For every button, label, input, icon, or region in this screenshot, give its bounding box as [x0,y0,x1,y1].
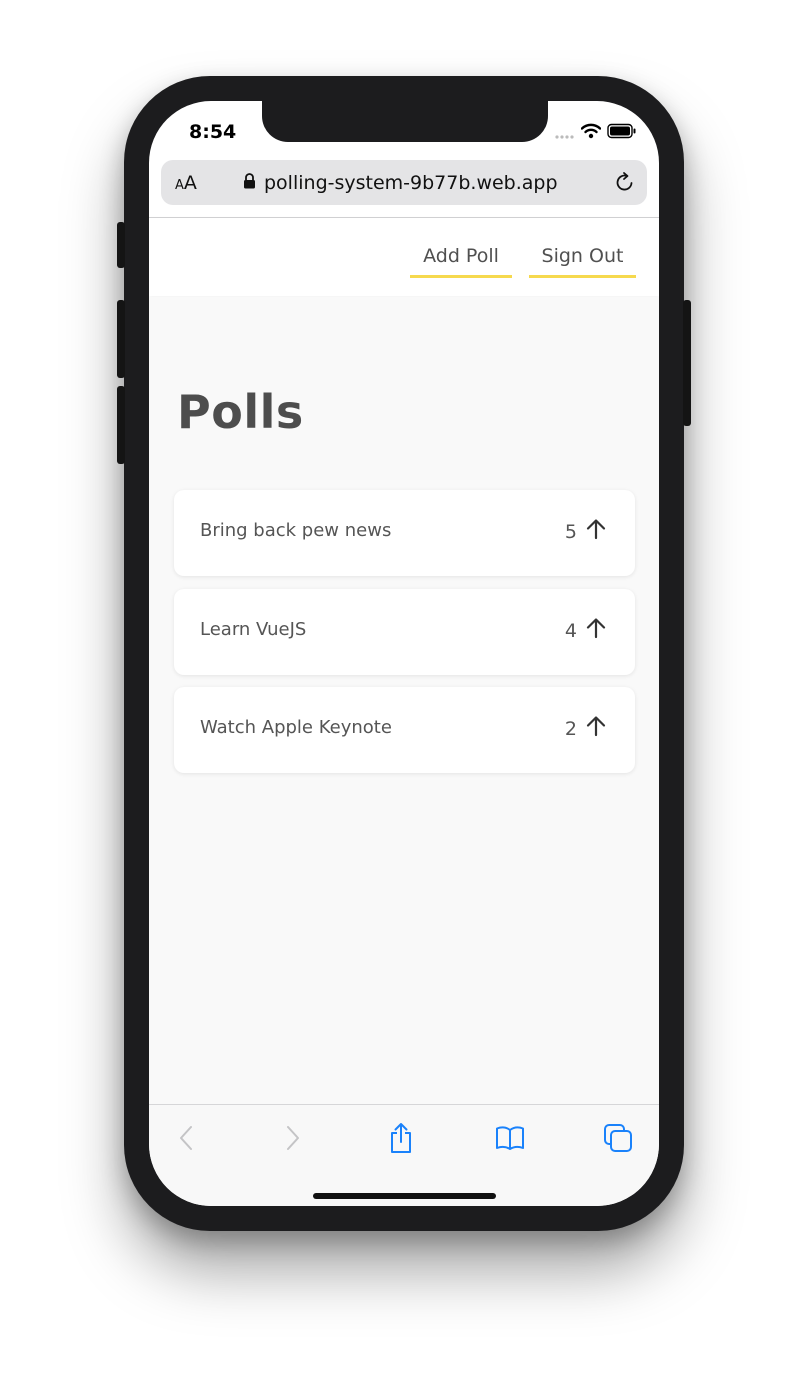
wifi-icon [580,123,602,143]
app-navbar: Add Poll Sign Out [149,218,659,296]
poll-item[interactable]: Bring back pew news 5 [174,490,635,576]
text-size-small: A [175,178,184,193]
vote-count: 5 [564,520,577,543]
poll-votes[interactable]: 2 [565,715,607,742]
tabs-icon[interactable] [603,1123,633,1153]
reload-icon[interactable] [613,170,637,198]
text-size-large: A [183,172,197,194]
arrow-up-icon[interactable] [585,518,607,545]
notch [262,101,548,142]
status-indicators [555,123,637,143]
poll-question: Learn VueJS [200,619,307,640]
arrow-up-icon[interactable] [585,617,607,644]
power-button [683,300,691,426]
main-content: Polls Bring back pew news 5 Learn VueJS … [149,297,659,1104]
poll-question: Bring back pew news [200,520,392,541]
vote-count: 2 [564,717,577,740]
address-bar[interactable]: AA polling-system-9b77b.web.app [161,160,647,205]
poll-item[interactable]: Watch Apple Keynote 2 [174,687,635,773]
poll-votes[interactable]: 5 [565,518,607,545]
silent-switch [117,222,125,268]
url-display[interactable]: polling-system-9b77b.web.app [243,172,558,194]
status-time: 8:54 [189,121,237,143]
poll-item[interactable]: Learn VueJS 4 [174,589,635,675]
screen: 8:54 AA polling-system-9b77b.web.app Add… [149,101,659,1206]
forward-icon[interactable] [278,1123,308,1153]
arrow-up-icon[interactable] [585,715,607,742]
add-poll-link[interactable]: Add Poll [410,245,512,278]
url-text: polling-system-9b77b.web.app [264,172,558,194]
text-size-button[interactable]: AA [175,172,197,194]
poll-votes[interactable]: 4 [565,617,607,644]
back-icon[interactable] [171,1123,201,1153]
safari-toolbar [149,1104,659,1206]
lock-icon [243,172,256,194]
vote-count: 4 [564,619,577,642]
page-title: Polls [177,385,304,439]
battery-icon [607,123,637,143]
bookmarks-icon[interactable] [495,1123,525,1153]
volume-down-button [117,386,125,464]
home-indicator[interactable] [313,1193,496,1199]
signal-icon [555,124,575,143]
volume-up-button [117,300,125,378]
share-icon[interactable] [386,1123,416,1153]
poll-question: Watch Apple Keynote [200,717,392,738]
sign-out-link[interactable]: Sign Out [529,245,636,278]
